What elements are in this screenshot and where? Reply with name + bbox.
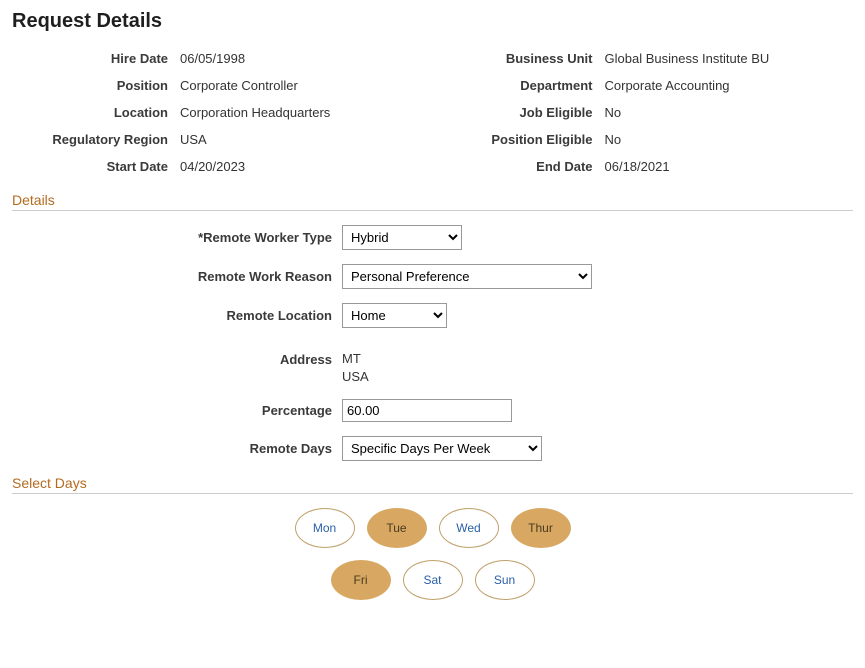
end-date-value: 06/18/2021 — [605, 159, 854, 174]
position-value: Corporate Controller — [180, 78, 429, 93]
percentage-label: Percentage — [12, 403, 332, 418]
day-sat[interactable]: Sat — [403, 560, 463, 600]
remote-work-reason-label: Remote Work Reason — [12, 269, 332, 284]
address-line-2: USA — [342, 368, 853, 386]
remote-location-select[interactable]: Home — [342, 303, 447, 328]
remote-days-select[interactable]: Specific Days Per Week — [342, 436, 542, 461]
day-label: Fri — [354, 573, 368, 587]
location-value: Corporation Headquarters — [180, 105, 429, 120]
day-label: Mon — [313, 521, 336, 535]
page-title: Request Details — [12, 10, 853, 33]
location-label: Location — [12, 105, 172, 120]
day-fri[interactable]: Fri — [331, 560, 391, 600]
position-eligible-label: Position Eligible — [437, 132, 597, 147]
start-date-value: 04/20/2023 — [180, 159, 429, 174]
day-label: Wed — [456, 521, 480, 535]
remote-worker-type-select[interactable]: Hybrid — [342, 225, 462, 250]
job-eligible-value: No — [605, 105, 854, 120]
department-label: Department — [437, 78, 597, 93]
day-mon[interactable]: Mon — [295, 508, 355, 548]
position-eligible-value: No — [605, 132, 854, 147]
remote-work-reason-select[interactable]: Personal Preference — [342, 264, 592, 289]
details-section-header: Details — [12, 192, 853, 211]
position-label: Position — [12, 78, 172, 93]
remote-worker-type-label: *Remote Worker Type — [12, 230, 332, 245]
day-tue[interactable]: Tue — [367, 508, 427, 548]
regulatory-region-value: USA — [180, 132, 429, 147]
remote-days-label: Remote Days — [12, 441, 332, 456]
end-date-label: End Date — [437, 159, 597, 174]
regulatory-region-label: Regulatory Region — [12, 132, 172, 147]
address-value: MT USA — [342, 350, 853, 385]
department-value: Corporate Accounting — [605, 78, 854, 93]
start-date-label: Start Date — [12, 159, 172, 174]
day-label: Thur — [528, 521, 553, 535]
business-unit-value: Global Business Institute BU — [605, 51, 854, 66]
day-label: Sun — [494, 573, 515, 587]
remote-location-label: Remote Location — [12, 308, 332, 323]
hire-date-label: Hire Date — [12, 51, 172, 66]
day-sun[interactable]: Sun — [475, 560, 535, 600]
address-label: Address — [12, 350, 332, 367]
address-line-1: MT — [342, 350, 853, 368]
day-label: Tue — [386, 521, 406, 535]
day-label: Sat — [423, 573, 441, 587]
days-container: Mon Tue Wed Thur Fri Sat Sun — [153, 508, 713, 600]
request-summary: Hire Date 06/05/1998 Business Unit Globa… — [12, 51, 853, 174]
hire-date-value: 06/05/1998 — [180, 51, 429, 66]
job-eligible-label: Job Eligible — [437, 105, 597, 120]
select-days-section-header: Select Days — [12, 475, 853, 494]
percentage-input[interactable] — [342, 399, 512, 422]
day-thur[interactable]: Thur — [511, 508, 571, 548]
day-wed[interactable]: Wed — [439, 508, 499, 548]
business-unit-label: Business Unit — [437, 51, 597, 66]
